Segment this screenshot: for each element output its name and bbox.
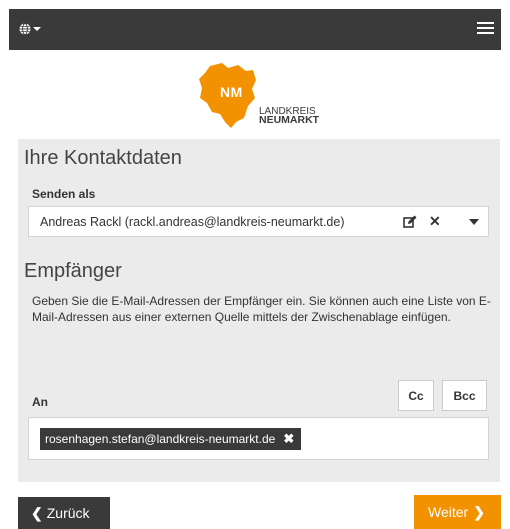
next-button[interactable]: Weiter ❯	[414, 495, 501, 529]
recipients-description: Geben Sie die E-Mail-Adressen der Empfän…	[32, 294, 491, 324]
edit-icon[interactable]	[403, 215, 417, 229]
top-navbar	[9, 9, 501, 50]
landkreis-neumarkt-logo: NM LANDKREIS NEUMARKT	[198, 62, 338, 138]
bcc-button[interactable]: Bcc	[442, 380, 487, 411]
contact-section-title: Ihre Kontaktdaten	[24, 147, 182, 169]
recipients-section-title: Empfänger	[24, 260, 122, 282]
chevron-down-icon[interactable]	[469, 219, 479, 225]
form-panel: Ihre Kontaktdaten Senden als Andreas Rac…	[18, 139, 500, 482]
to-recipients-field[interactable]: rosenhagen.stefan@landkreis-neumarkt.de …	[28, 417, 489, 460]
next-button-label: Weiter	[428, 504, 469, 520]
clear-icon[interactable]: ✕	[429, 213, 441, 230]
logo-wordmark: LANDKREIS NEUMARKT	[259, 107, 320, 126]
language-selector[interactable]	[19, 23, 41, 35]
chevron-right-icon: ❯	[473, 503, 485, 520]
back-button[interactable]: ❮ Zurück	[18, 497, 110, 529]
cc-button[interactable]: Cc	[398, 380, 434, 411]
remove-recipient-icon[interactable]: ✖	[283, 431, 294, 447]
recipient-chip-label: rosenhagen.stefan@landkreis-neumarkt.de	[45, 432, 276, 446]
send-as-select[interactable]: Andreas Rackl (rackl.andreas@landkreis-n…	[28, 206, 489, 237]
hamburger-icon[interactable]	[477, 20, 494, 36]
send-as-value: Andreas Rackl (rackl.andreas@landkreis-n…	[40, 215, 345, 229]
logo-badge: NM	[220, 84, 243, 100]
back-button-label: Zurück	[46, 505, 90, 521]
chevron-left-icon: ❮	[31, 504, 43, 521]
chevron-down-icon	[33, 27, 41, 31]
logo-line-2: NEUMARKT	[259, 114, 320, 126]
globe-icon	[19, 23, 31, 35]
recipient-chip: rosenhagen.stefan@landkreis-neumarkt.de …	[40, 428, 302, 450]
send-as-label: Senden als	[32, 187, 96, 201]
to-label: An	[32, 395, 48, 409]
